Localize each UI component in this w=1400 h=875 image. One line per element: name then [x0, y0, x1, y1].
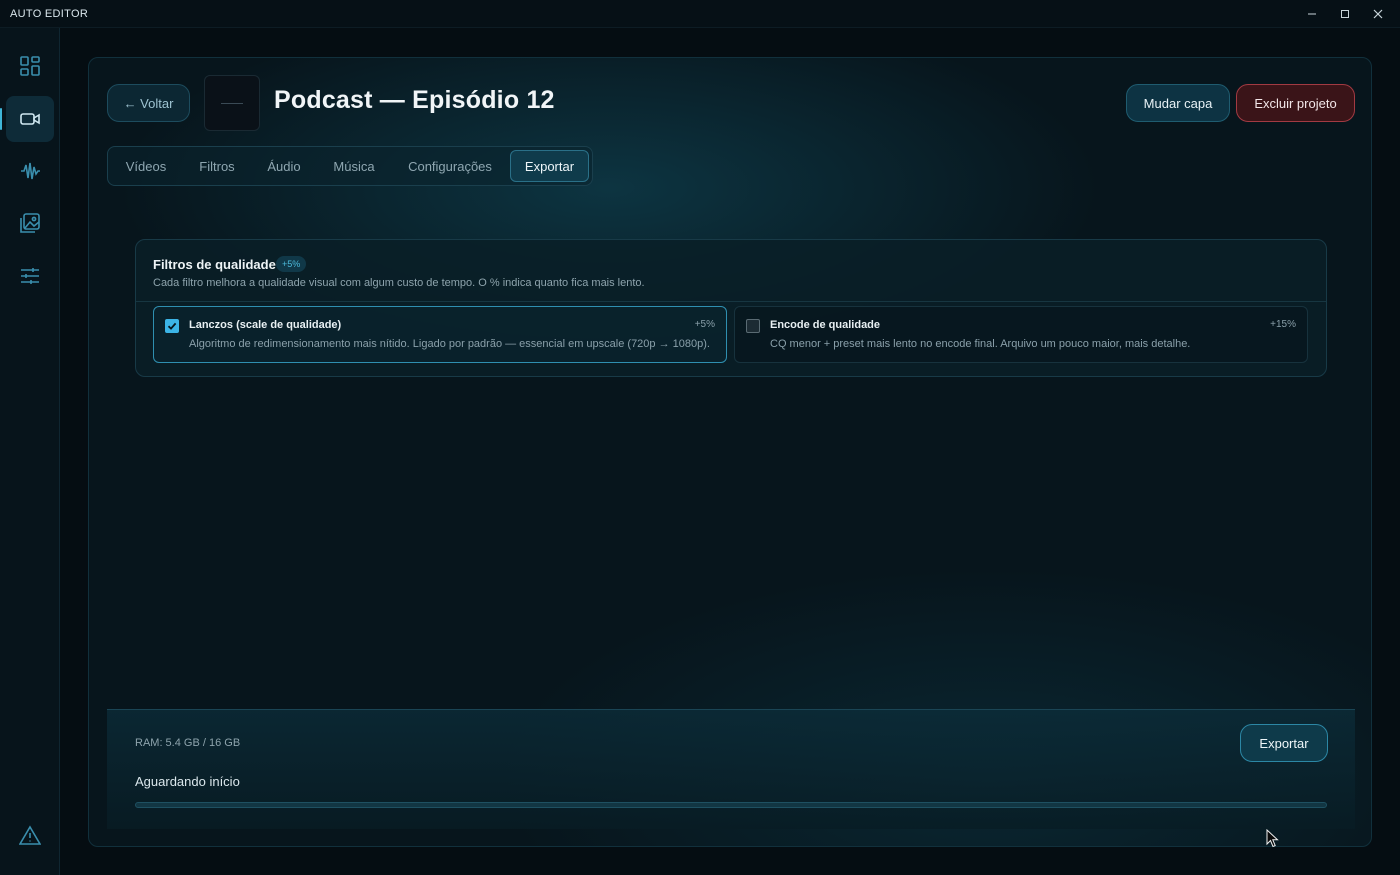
- back-button[interactable]: ← Voltar: [107, 84, 190, 122]
- quality-filters-title: Filtros de qualidade: [153, 257, 276, 272]
- close-button[interactable]: [1361, 0, 1395, 28]
- sidebar-item-audio[interactable]: [6, 148, 54, 194]
- video-camera-icon: [20, 113, 40, 125]
- mouse-cursor-icon: [1266, 829, 1279, 848]
- tab-audio[interactable]: Áudio: [254, 150, 314, 182]
- sidebar: [0, 28, 60, 875]
- minimize-icon: [1308, 13, 1316, 15]
- tab-videos[interactable]: Vídeos: [112, 150, 180, 182]
- option-cost: +15%: [1270, 319, 1296, 330]
- export-button[interactable]: Exportar: [1240, 724, 1328, 762]
- waveform-icon: [21, 162, 40, 180]
- export-footer: RAM: 5.4 GB / 16 GB Aguardando início Ex…: [107, 709, 1355, 829]
- lanczos-checkbox[interactable]: [165, 319, 179, 333]
- app-title: AUTO EDITOR: [10, 8, 89, 20]
- option-title: Lanczos (scale de qualidade): [189, 319, 342, 331]
- quality-filters-description: Cada filtro melhora a qualidade visual c…: [153, 277, 645, 289]
- option-description: Algoritmo de redimensionamento mais níti…: [189, 338, 710, 350]
- tab-filters[interactable]: Filtros: [184, 150, 250, 182]
- encode-checkbox[interactable]: [746, 319, 760, 333]
- tab-settings[interactable]: Configurações: [394, 150, 506, 182]
- change-cover-button[interactable]: Mudar capa: [1126, 84, 1230, 122]
- tab-music[interactable]: Música: [318, 150, 390, 182]
- sidebar-item-settings[interactable]: [6, 253, 54, 299]
- option-title: Encode de qualidade: [770, 319, 881, 331]
- maximize-button[interactable]: [1328, 0, 1362, 28]
- delete-project-button[interactable]: Excluir projeto: [1236, 84, 1355, 122]
- export-progress-bar: [135, 802, 1327, 808]
- minimize-button[interactable]: [1295, 0, 1329, 28]
- quality-option-lanczos[interactable]: Lanczos (scale de qualidade) Algoritmo d…: [153, 306, 727, 363]
- sidebar-item-video[interactable]: [0, 96, 54, 142]
- sidebar-item-images[interactable]: [6, 200, 54, 246]
- project-cover-thumbnail: [204, 75, 260, 131]
- tab-export[interactable]: Exportar: [510, 150, 589, 182]
- image-gallery-icon: [20, 213, 40, 233]
- ram-usage: RAM: 5.4 GB / 16 GB: [135, 737, 241, 749]
- option-cost: +5%: [694, 319, 715, 330]
- grid-icon: [20, 56, 40, 76]
- title-bar: AUTO EDITOR: [0, 0, 1400, 28]
- quality-option-encode[interactable]: Encode de qualidade CQ menor + preset ma…: [734, 306, 1308, 363]
- option-description: CQ menor + preset mais lento no encode f…: [770, 338, 1191, 350]
- quality-filters-card: Filtros de qualidade +5% Cada filtro mel…: [135, 239, 1327, 377]
- cover-placeholder-line: [221, 102, 243, 104]
- quality-total-badge: +5%: [276, 256, 307, 272]
- maximize-icon: [1341, 10, 1349, 18]
- divider: [136, 301, 1326, 302]
- warning-icon: [19, 825, 41, 845]
- project-panel: ← Voltar Podcast — Episódio 12 Mudar cap…: [88, 57, 1372, 847]
- close-icon: [1373, 9, 1383, 19]
- export-status: Aguardando início: [135, 774, 240, 789]
- tab-bar: Vídeos Filtros Áudio Música Configuraçõe…: [107, 146, 593, 186]
- sidebar-item-warnings[interactable]: [6, 813, 54, 859]
- check-icon: [167, 322, 177, 330]
- sidebar-item-dashboard[interactable]: [6, 43, 54, 89]
- page-title: Podcast — Episódio 12: [274, 86, 555, 114]
- sliders-icon: [21, 268, 39, 284]
